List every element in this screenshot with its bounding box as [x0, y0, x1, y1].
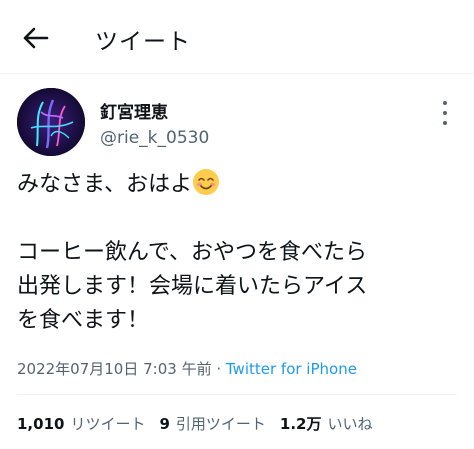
- author-display-name[interactable]: 釘宮理恵: [100, 98, 168, 123]
- tweet-body: コーヒー飲んで、おやつを食べたら 出発します！会場に着いたらアイス を食べます！: [17, 240, 368, 333]
- retweets-count: 1,010: [17, 415, 65, 433]
- tweet-line-1: みなさま、おはよ: [17, 172, 193, 197]
- tweet-meta: 2022年07月10日 7:03 午前 · Twitter for iPhone: [17, 358, 357, 379]
- tweet-stats: 1,010 リツイート 9 引用ツイート 1.2万 いいね: [17, 413, 373, 434]
- likes-count: 1.2万: [279, 415, 322, 433]
- quotes-count: 9: [159, 415, 170, 433]
- more-icon-dot: [443, 101, 447, 105]
- avatar[interactable]: [17, 88, 85, 156]
- arrow-left-icon: [23, 27, 49, 49]
- divider: [17, 394, 457, 395]
- tweet-text: みなさま、おはよ コーヒー飲んで、おやつを食べたら 出発します！会場に着いたらア…: [17, 168, 467, 338]
- tweet-timestamp[interactable]: 2022年07月10日 7:03 午前 ·: [17, 360, 226, 378]
- author-handle[interactable]: @rie_k_0530: [100, 128, 209, 148]
- quotes-stat[interactable]: 9 引用ツイート: [159, 413, 265, 434]
- more-icon-dot: [443, 111, 447, 115]
- back-button[interactable]: [20, 24, 52, 52]
- more-icon-dot: [443, 121, 447, 125]
- tweet-source-link[interactable]: Twitter for iPhone: [226, 360, 357, 378]
- smiling-face-emoji-icon: [193, 169, 220, 195]
- likes-label: いいね: [327, 415, 373, 433]
- retweets-label: リツイート: [70, 415, 146, 433]
- likes-stat[interactable]: 1.2万 いいね: [280, 413, 373, 434]
- more-options-button[interactable]: [437, 101, 453, 125]
- page-title: ツイート: [95, 29, 191, 55]
- top-bar: ツイート: [0, 0, 474, 74]
- quotes-label: 引用ツイート: [175, 415, 266, 433]
- retweets-stat[interactable]: 1,010 リツイート: [17, 413, 145, 434]
